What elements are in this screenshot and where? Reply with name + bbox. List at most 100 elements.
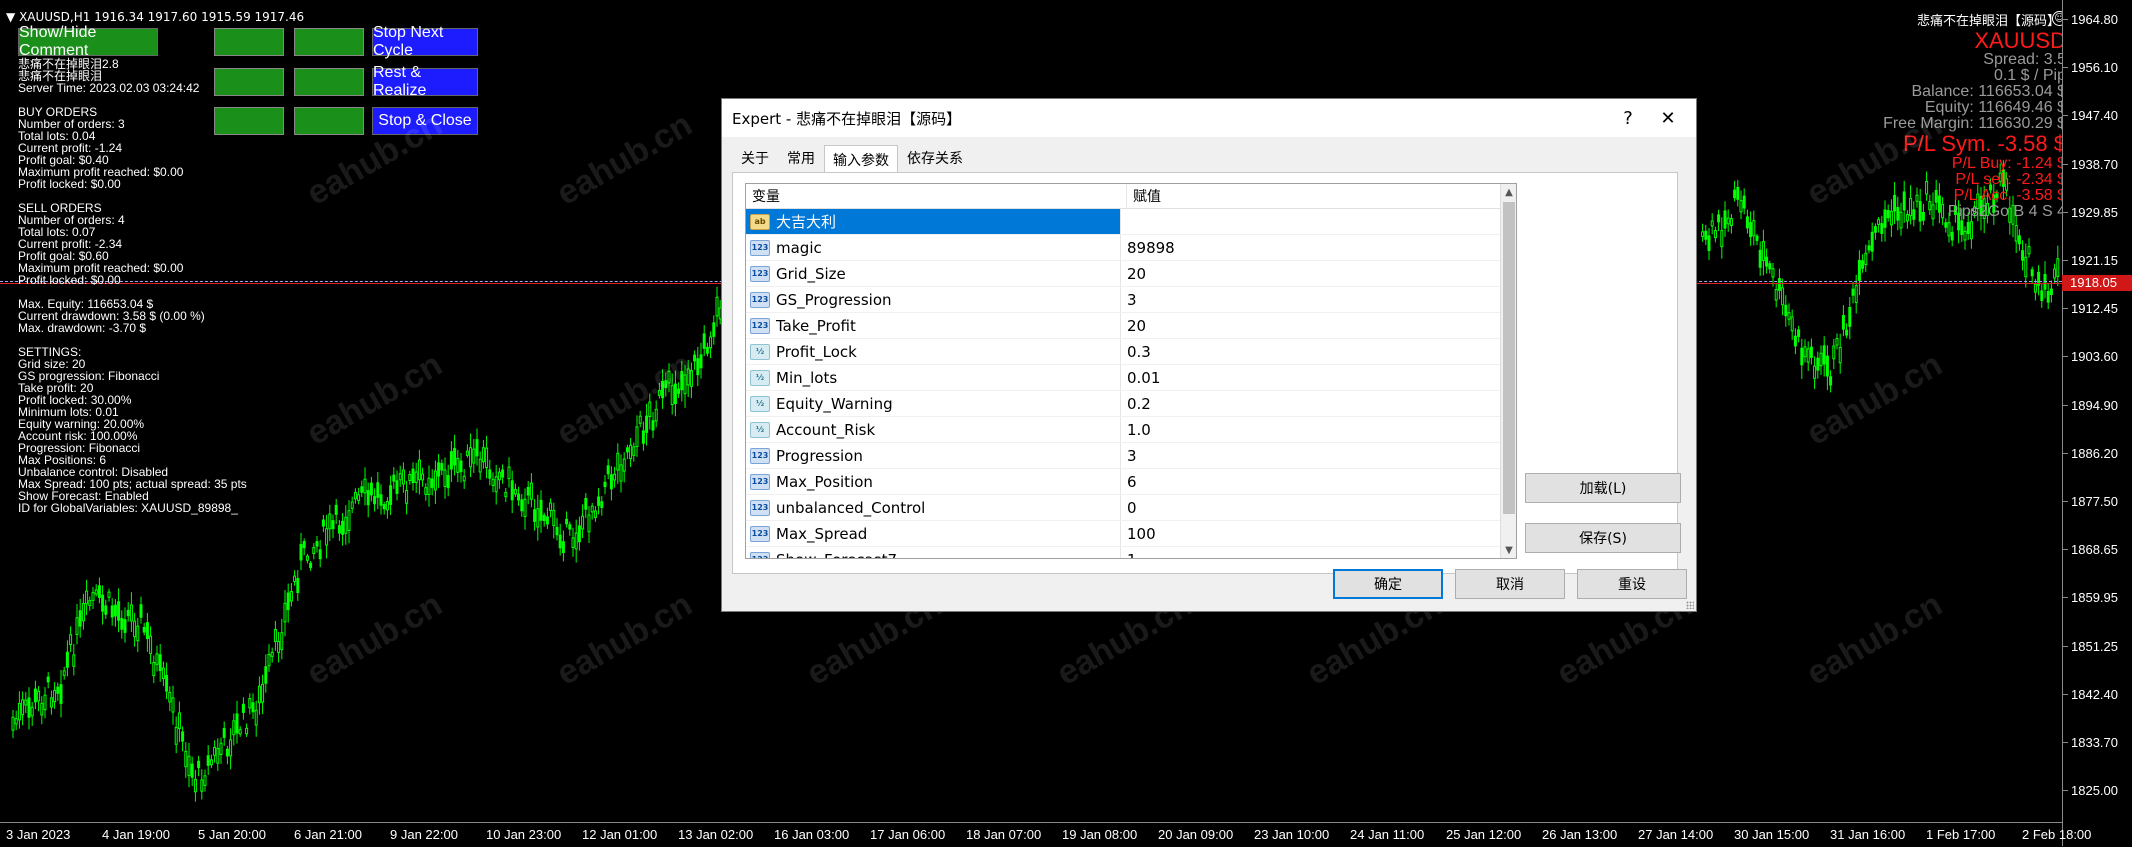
input-name-cell[interactable]: ½ Min_lots <box>746 365 1121 390</box>
candle-body <box>158 654 162 672</box>
inputs-grid[interactable]: 变量 赋值 ab 大吉大利 123 magic 89898 123 Grid_Size 20 1… <box>745 183 1517 559</box>
input-row[interactable]: ½ Min_lots 0.01 <box>746 365 1516 391</box>
blank-button-1[interactable] <box>214 28 284 56</box>
candle-body <box>321 519 325 527</box>
column-value[interactable]: 赋值 <box>1127 184 1516 208</box>
input-value[interactable]: 0.2 <box>1121 391 1516 416</box>
load-button[interactable]: 加载(L) <box>1525 473 1681 503</box>
input-value[interactable]: 1 <box>1121 547 1516 559</box>
help-button[interactable]: ? <box>1608 103 1648 133</box>
info-symbol: XAUUSD <box>1974 28 2066 53</box>
stop-next-cycle-button[interactable]: Stop Next Cycle <box>372 24 478 59</box>
dialog-titlebar[interactable]: Expert - 悲痛不在掉眼泪【源码】 ? ✕ <box>722 99 1696 137</box>
input-name-cell[interactable]: ½ Account_Risk <box>746 417 1121 442</box>
input-name-cell[interactable]: ab 大吉大利 <box>746 209 1121 234</box>
candle-body <box>219 742 223 756</box>
reset-button[interactable]: 重设 <box>1577 569 1687 599</box>
scroll-thumb[interactable] <box>1503 202 1515 514</box>
input-row[interactable]: 123 Max_Spread 100 <box>746 521 1516 547</box>
scroll-down-icon[interactable]: ▼ <box>1501 542 1516 558</box>
input-value[interactable] <box>1121 209 1516 234</box>
input-name-cell[interactable]: 123 Max_Spread <box>746 521 1121 546</box>
save-button[interactable]: 保存(S) <box>1525 523 1681 553</box>
candle-body <box>459 460 463 473</box>
input-row[interactable]: 123 unbalanced_Control 0 <box>746 495 1516 521</box>
collapse-arrow-icon[interactable]: ▼ <box>6 10 15 24</box>
input-row[interactable]: 123 Take_Profit 20 <box>746 313 1516 339</box>
input-row[interactable]: 123 GS_Progression 3 <box>746 287 1516 313</box>
input-name-cell[interactable]: 123 Show_Forecast7 <box>746 547 1121 558</box>
input-value[interactable]: 20 <box>1121 261 1516 286</box>
tab-about[interactable]: 关于 <box>732 145 778 171</box>
close-icon[interactable]: ✕ <box>1648 103 1688 133</box>
column-variable[interactable]: 变量 <box>746 184 1127 208</box>
candle-body <box>1752 220 1756 237</box>
candle-body <box>437 462 441 477</box>
input-name-cell[interactable]: 123 Max_Position <box>746 469 1121 494</box>
candle-body <box>715 296 719 317</box>
input-row[interactable]: ½ Equity_Warning 0.2 <box>746 391 1516 417</box>
input-row[interactable]: ½ Account_Risk 1.0 <box>746 417 1516 443</box>
input-name: Progression <box>776 446 863 465</box>
candle-body <box>2030 269 2034 277</box>
cancel-button[interactable]: 取消 <box>1455 569 1565 599</box>
candle-body <box>168 691 172 703</box>
ok-button[interactable]: 确定 <box>1333 569 1443 599</box>
candle-body <box>129 604 133 622</box>
int-type-icon: 123 <box>750 239 770 256</box>
input-name-cell[interactable]: ½ Profit_Lock <box>746 339 1121 364</box>
input-row[interactable]: 123 Show_Forecast7 1 <box>746 547 1516 559</box>
tab-common[interactable]: 常用 <box>778 145 824 171</box>
input-value[interactable]: 0.3 <box>1121 339 1516 364</box>
input-row[interactable]: 123 magic 89898 <box>746 235 1516 261</box>
candle-body <box>30 706 34 717</box>
candle-body <box>229 739 233 757</box>
candle-body <box>1790 316 1794 332</box>
expert-properties-dialog[interactable]: Expert - 悲痛不在掉眼泪【源码】 ? ✕ 关于 常用 输入参数 依存关系… <box>721 98 1697 612</box>
input-value[interactable]: 20 <box>1121 313 1516 338</box>
input-row[interactable]: 123 Grid_Size 20 <box>746 261 1516 287</box>
input-value[interactable]: 0 <box>1121 495 1516 520</box>
rest-realize-button[interactable]: Rest & Realize <box>372 64 478 99</box>
input-value[interactable]: 89898 <box>1121 235 1516 260</box>
candle-body <box>1838 346 1842 364</box>
input-name-cell[interactable]: 123 magic <box>746 235 1121 260</box>
blank-button-4[interactable] <box>294 68 364 96</box>
grid-scrollbar[interactable]: ▲ ▼ <box>1500 184 1516 558</box>
input-name-cell[interactable]: ½ Equity_Warning <box>746 391 1121 416</box>
candle-body <box>126 609 130 617</box>
candle-body <box>315 541 319 547</box>
tab-inputs[interactable]: 输入参数 <box>824 145 898 173</box>
input-name-cell[interactable]: 123 unbalanced_Control <box>746 495 1121 520</box>
candle-body <box>149 635 153 654</box>
candle-body <box>533 509 537 522</box>
candle-body <box>1806 348 1810 363</box>
scroll-up-icon[interactable]: ▲ <box>1501 184 1516 200</box>
time-axis[interactable]: 3 Jan 2023 4 Jan 19:00 5 Jan 20:00 6 Jan 21… <box>0 822 2091 847</box>
candle-body <box>1739 200 1743 213</box>
input-row[interactable]: 123 Progression 3 <box>746 443 1516 469</box>
input-value[interactable]: 3 <box>1121 287 1516 312</box>
price-axis[interactable]: 1964.80 1956.10 1947.40 1938.70 1929.85 1921.… <box>2062 0 2132 846</box>
candle-body <box>366 490 370 506</box>
input-value[interactable]: 1.0 <box>1121 417 1516 442</box>
blank-button-2[interactable] <box>294 28 364 56</box>
input-name-cell[interactable]: 123 Take_Profit <box>746 313 1121 338</box>
candle-body <box>43 694 47 711</box>
input-value[interactable]: 100 <box>1121 521 1516 546</box>
input-row[interactable]: ½ Profit_Lock 0.3 <box>746 339 1516 365</box>
input-value[interactable]: 6 <box>1121 469 1516 494</box>
input-value[interactable]: 3 <box>1121 443 1516 468</box>
blank-button-6[interactable] <box>294 107 364 135</box>
input-name-cell[interactable]: 123 GS_Progression <box>746 287 1121 312</box>
show-hide-comment-button[interactable]: Show/Hide Comment <box>18 24 158 59</box>
input-value[interactable]: 0.01 <box>1121 365 1516 390</box>
input-name-cell[interactable]: 123 Grid_Size <box>746 261 1121 286</box>
input-row[interactable]: 123 Max_Position 6 <box>746 469 1516 495</box>
input-name-cell[interactable]: 123 Progression <box>746 443 1121 468</box>
tab-dependencies[interactable]: 依存关系 <box>898 145 972 171</box>
resize-grip-icon[interactable] <box>1686 601 1694 609</box>
candle-body <box>305 555 309 561</box>
candle-body <box>337 525 341 534</box>
input-row[interactable]: ab 大吉大利 <box>746 209 1516 235</box>
